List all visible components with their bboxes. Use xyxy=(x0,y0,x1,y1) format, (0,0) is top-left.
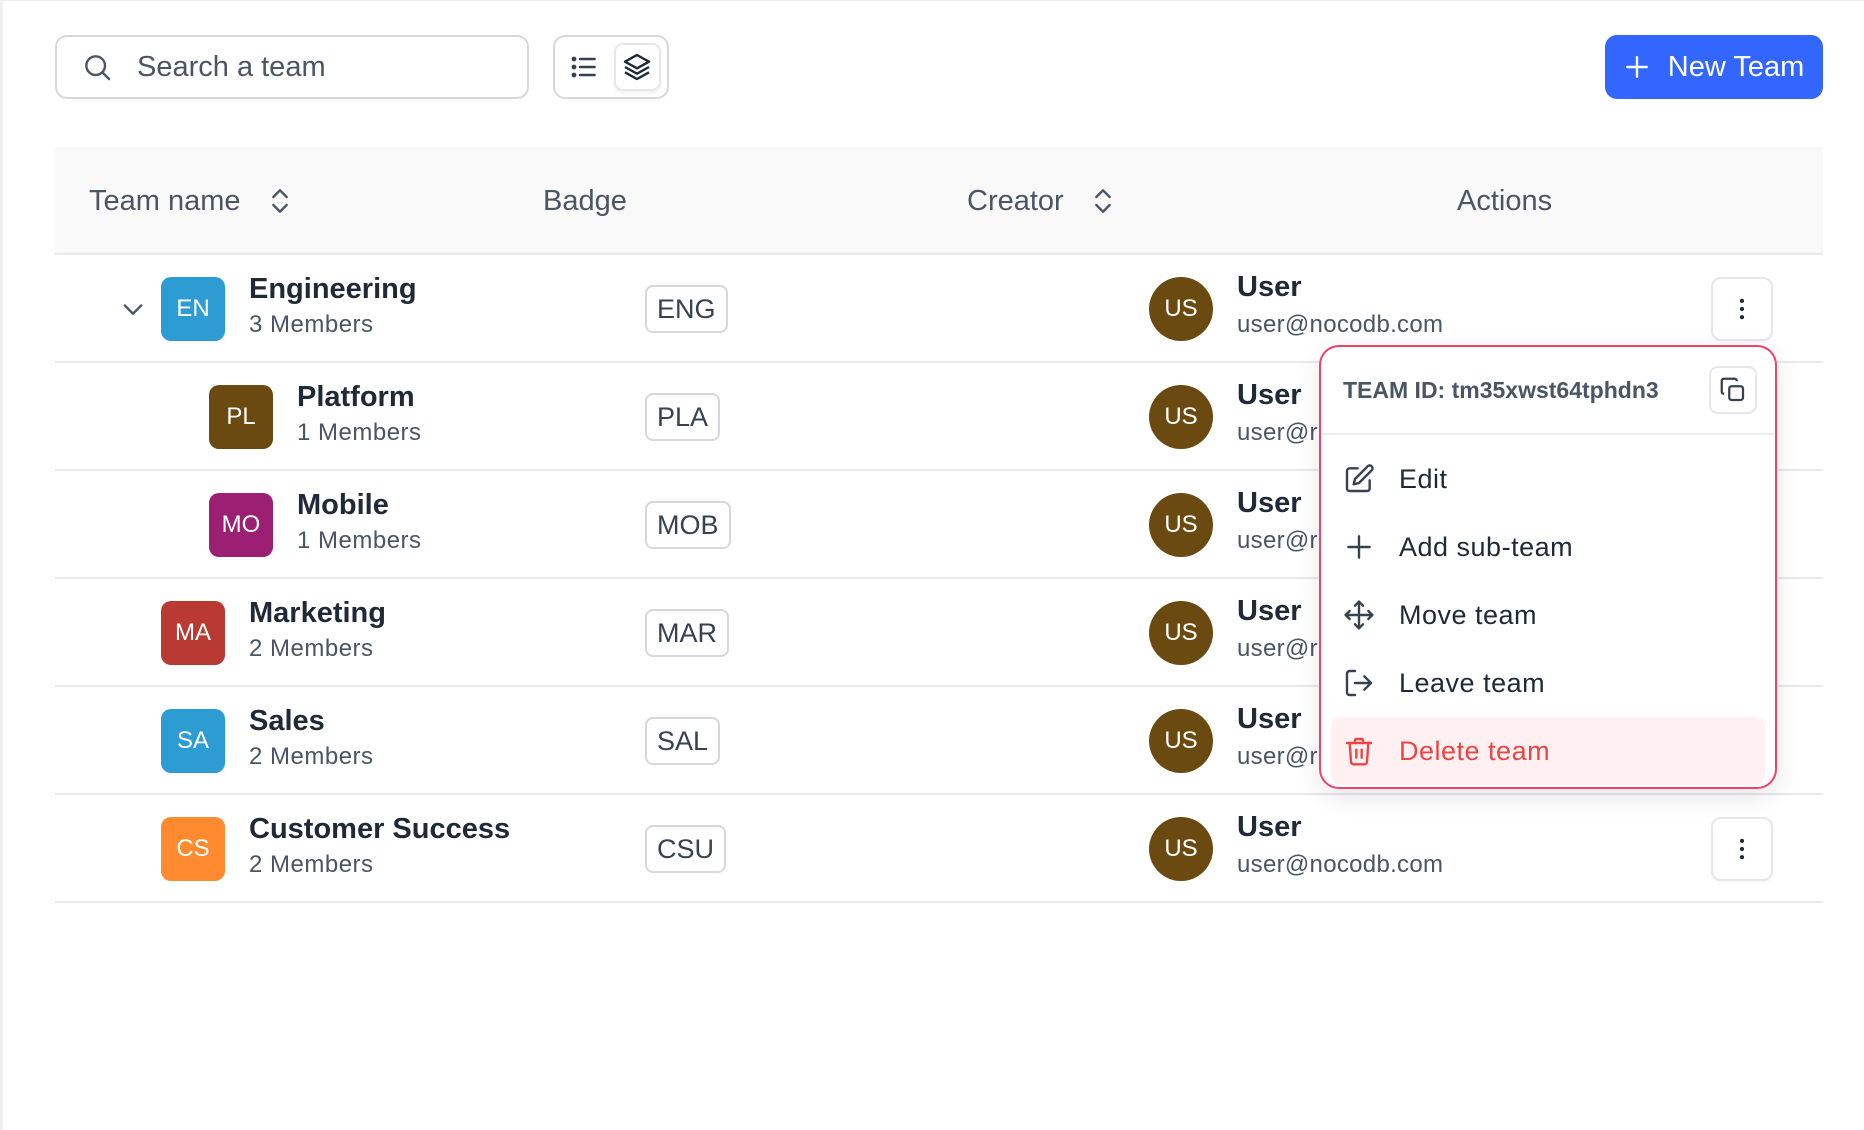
more-vertical-icon xyxy=(1739,298,1745,320)
menu-item-add-sub-team[interactable]: Add sub-team xyxy=(1331,513,1765,581)
team-name: Sales xyxy=(249,705,325,737)
team-id-header: TEAM ID: tm35xwst64tphdn3 xyxy=(1321,347,1775,435)
creator-name: User xyxy=(1237,379,1302,411)
team-avatar: MO xyxy=(209,493,273,557)
team-id-label: TEAM ID: tm35xwst64tphdn3 xyxy=(1343,376,1659,403)
teams-page: New Team Team name Badge Creator Actions… xyxy=(0,0,1864,1130)
search-input[interactable] xyxy=(137,42,517,92)
list-view-button[interactable] xyxy=(561,43,608,91)
chevron-down-icon[interactable] xyxy=(119,295,147,323)
creator-name: User xyxy=(1237,487,1302,519)
creator-email: user@r xyxy=(1237,635,1318,662)
list-icon xyxy=(572,56,597,78)
sort-icon xyxy=(1094,189,1111,213)
trash-icon xyxy=(1345,737,1373,766)
copy-team-id-button[interactable] xyxy=(1709,366,1757,414)
edit-icon xyxy=(1345,464,1374,493)
header-badge-label: Badge xyxy=(543,184,627,217)
team-name: Platform xyxy=(297,381,415,413)
team-badge: SAL xyxy=(645,717,721,765)
tree-view-button[interactable] xyxy=(613,43,661,91)
more-vertical-icon xyxy=(1739,838,1745,860)
menu-item-label: Edit xyxy=(1399,463,1448,494)
team-members: 1 Members xyxy=(297,419,422,446)
plus-icon xyxy=(1625,56,1648,78)
team-name: Mobile xyxy=(297,489,389,521)
creator-avatar: US xyxy=(1149,601,1213,665)
menu-item-label: Add sub-team xyxy=(1399,531,1574,562)
creator-email: user@r xyxy=(1237,419,1318,446)
layers-icon xyxy=(624,53,651,81)
team-name: Engineering xyxy=(249,273,417,305)
header-team-name[interactable]: Team name xyxy=(89,147,293,255)
creator-name: User xyxy=(1237,595,1302,627)
menu-item-label: Leave team xyxy=(1399,667,1546,698)
new-team-button[interactable]: New Team xyxy=(1605,35,1823,99)
team-members: 3 Members xyxy=(249,311,374,338)
team-avatar: SA xyxy=(161,709,225,773)
header-actions: Actions xyxy=(1457,147,1552,255)
creator-email: user@r xyxy=(1237,527,1318,554)
row-actions-button[interactable] xyxy=(1711,277,1773,341)
plus-icon xyxy=(1347,535,1371,559)
header-creator-label: Creator xyxy=(967,184,1064,217)
search-box[interactable] xyxy=(55,35,529,99)
header-actions-label: Actions xyxy=(1457,184,1553,217)
sort-icon xyxy=(271,189,288,213)
creator-name: User xyxy=(1237,811,1302,843)
menu-item-label: Move team xyxy=(1399,599,1538,630)
row-actions-button[interactable] xyxy=(1711,817,1773,881)
creator-email: user@nocodb.com xyxy=(1237,311,1444,338)
team-badge: MOB xyxy=(645,501,731,549)
creator-name: User xyxy=(1237,703,1302,735)
view-toggle xyxy=(553,35,669,99)
team-name: Customer Success xyxy=(249,813,511,845)
menu-item-delete-team[interactable]: Delete team xyxy=(1331,717,1765,785)
team-avatar: EN xyxy=(161,277,225,341)
creator-avatar: US xyxy=(1149,385,1213,449)
header-badge: Badge xyxy=(543,147,627,255)
header-creator[interactable]: Creator xyxy=(967,147,1116,255)
menu-item-edit[interactable]: Edit xyxy=(1331,445,1765,513)
creator-avatar: US xyxy=(1149,277,1213,341)
copy-icon xyxy=(1720,377,1745,402)
new-team-label: New Team xyxy=(1667,50,1805,83)
team-avatar: PL xyxy=(209,385,273,449)
team-badge: PLA xyxy=(645,393,721,441)
team-badge: ENG xyxy=(645,285,728,333)
team-members: 2 Members xyxy=(249,635,374,662)
menu-list: Edit Add sub-team Move team Leave team D… xyxy=(1321,435,1775,785)
creator-email: user@nocodb.com xyxy=(1237,851,1444,878)
table-row[interactable]: CS Customer Success 2 Members CSU US Use… xyxy=(55,795,1823,903)
search-icon xyxy=(85,55,111,81)
team-actions-menu: TEAM ID: tm35xwst64tphdn3 Edit Add sub-t… xyxy=(1319,345,1777,789)
creator-avatar: US xyxy=(1149,817,1213,881)
menu-item-label: Delete team xyxy=(1399,735,1551,766)
leave-icon xyxy=(1345,669,1373,697)
team-badge: CSU xyxy=(645,825,727,873)
team-members: 2 Members xyxy=(249,851,374,878)
team-avatar: MA xyxy=(161,601,225,665)
table-header: Team name Badge Creator Actions xyxy=(55,147,1823,255)
move-icon xyxy=(1344,600,1374,630)
creator-avatar: US xyxy=(1149,493,1213,557)
creator-name: User xyxy=(1237,271,1302,303)
team-members: 1 Members xyxy=(297,527,422,554)
creator-avatar: US xyxy=(1149,709,1213,773)
team-badge: MAR xyxy=(645,609,729,657)
team-members: 2 Members xyxy=(249,743,374,770)
menu-item-leave-team[interactable]: Leave team xyxy=(1331,649,1765,717)
creator-email: user@r xyxy=(1237,743,1318,770)
team-name: Marketing xyxy=(249,597,386,629)
header-team-name-label: Team name xyxy=(89,184,241,217)
menu-item-move-team[interactable]: Move team xyxy=(1331,581,1765,649)
team-avatar: CS xyxy=(161,817,225,881)
